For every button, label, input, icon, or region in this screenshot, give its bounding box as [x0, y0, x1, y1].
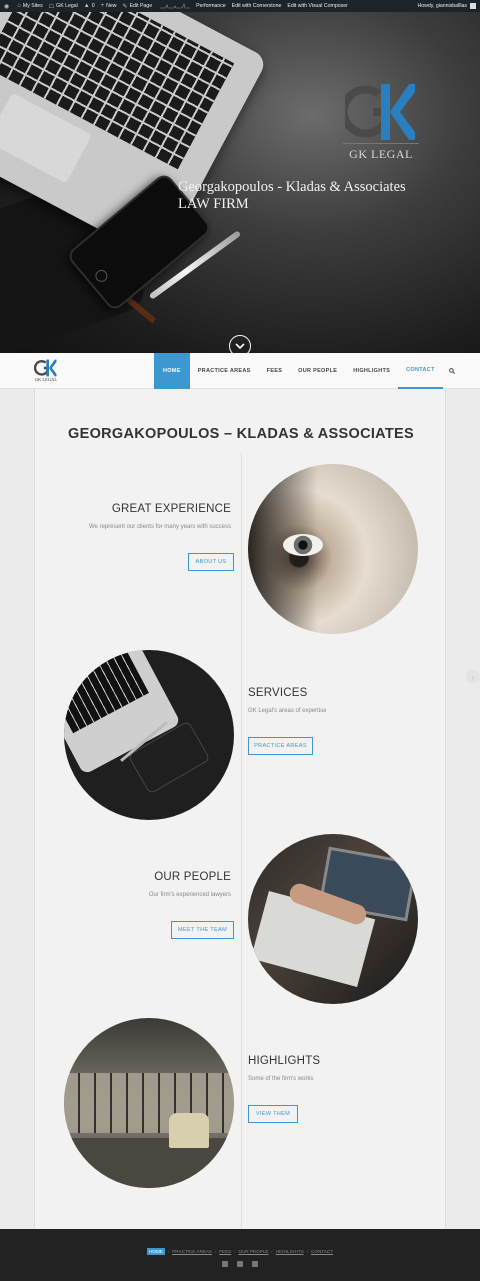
- meet-the-team-button[interactable]: MEET THE TEAM: [171, 921, 234, 939]
- edit-page-link[interactable]: ✎ Edit Page: [123, 3, 153, 10]
- section-desc-our-people: Our firm's experienced lawyers: [148, 892, 231, 898]
- main-menu: HOME PRACTICE AREAS FEES OUR PEOPLE HIGH…: [154, 353, 461, 389]
- footer-sep: /: [234, 1249, 236, 1254]
- hero-title-line2: LAW FIRM: [178, 196, 249, 212]
- desk-work-image: [248, 834, 418, 1004]
- main-content: GEORGAKOPOULOS – KLADAS & ASSOCIATES GRE…: [34, 389, 446, 1243]
- eye-image-iris: [283, 534, 323, 556]
- view-them-button[interactable]: VIEW THEM: [248, 1105, 298, 1123]
- stats-sparkline[interactable]: [160, 3, 191, 9]
- hero-logo-text: GK LEGAL: [343, 143, 419, 162]
- section-desc-highlights: Some of the firm's works: [248, 1076, 314, 1082]
- search-icon: [448, 368, 455, 374]
- user-greeting[interactable]: Howdy, giannisballlas: [418, 3, 468, 9]
- hero-title: Georgakopoulos - Kladas & Associates LAW…: [178, 179, 406, 213]
- menu-item-contact[interactable]: CONTACT: [398, 353, 443, 389]
- avatar[interactable]: [470, 3, 476, 9]
- footer-sep: /: [167, 1249, 170, 1254]
- page-title: GEORGAKOPOULOS – KLADAS & ASSOCIATES: [68, 426, 414, 442]
- hero-title-line1: Georgakopoulos - Kladas & Associates: [178, 179, 406, 195]
- section-title-our-people: OUR PEOPLE: [154, 871, 231, 883]
- footer-menu: HOME / PRACTICE AREAS / FEES / OUR PEOPL…: [0, 1248, 480, 1255]
- facebook-icon[interactable]: [222, 1261, 228, 1267]
- footer-item-fees[interactable]: FEES: [219, 1249, 231, 1254]
- about-us-button[interactable]: ABOUT US: [188, 553, 234, 571]
- linkedin-icon[interactable]: [237, 1261, 243, 1267]
- site-footer: HOME / PRACTICE AREAS / FEES / OUR PEOPL…: [0, 1229, 480, 1281]
- email-icon[interactable]: [252, 1261, 258, 1267]
- home-icon: ☖: [48, 3, 55, 10]
- plus-icon: +: [100, 3, 105, 9]
- menu-item-practice-areas[interactable]: PRACTICE AREAS: [190, 353, 259, 389]
- new-content-link[interactable]: + New: [101, 3, 117, 9]
- footer-sep: /: [306, 1249, 309, 1254]
- timeline-divider: [241, 453, 242, 1243]
- practice-areas-button[interactable]: PRACTICE AREAS: [248, 737, 313, 755]
- footer-item-our-people[interactable]: OUR PEOPLE: [239, 1249, 269, 1254]
- section-title-services: SERVICES: [248, 687, 308, 699]
- section-title-highlights: HIGHLIGHTS: [248, 1055, 321, 1067]
- section-title-experience: GREAT EXPERIENCE: [111, 503, 231, 515]
- wp-logo-icon[interactable]: ◉: [4, 3, 11, 10]
- pencil-icon: ✎: [122, 3, 128, 10]
- edit-cornerstone-link[interactable]: Edit with Cornerstone: [232, 3, 282, 9]
- wp-admin-bar: ◉ ⌂ My Sites ☖ GK Legal ▲ 0 + New ✎ Edit Page…: [0, 0, 480, 12]
- museum-image: [64, 1018, 234, 1188]
- footer-item-practice-areas[interactable]: PRACTICE AREAS: [172, 1249, 212, 1254]
- performance-link[interactable]: Performance: [196, 3, 226, 9]
- site-name-link[interactable]: ☖ GK Legal: [49, 3, 78, 10]
- gk-logo-icon[interactable]: [34, 359, 58, 377]
- eye-image: [248, 464, 418, 634]
- footer-item-highlights[interactable]: HIGHLIGHTS: [276, 1249, 304, 1254]
- hero-banner: GK LEGAL Georgakopoulos - Kladas & Assoc…: [0, 12, 480, 353]
- footer-sep: /: [214, 1249, 217, 1254]
- footer-sep: /: [271, 1249, 273, 1254]
- c2-keys: [64, 650, 149, 734]
- gk-logo-icon: [345, 84, 415, 140]
- scroll-down-button[interactable]: [229, 335, 251, 353]
- section-desc-services: GK Legal's areas of expertise: [248, 708, 327, 714]
- nav-logo-text[interactable]: GK LEGAL: [32, 377, 60, 382]
- menu-item-home[interactable]: HOME: [154, 353, 190, 389]
- search-button[interactable]: [443, 353, 461, 389]
- laptop-phone-image: [64, 650, 234, 820]
- chevron-down-icon: [235, 343, 245, 350]
- footer-item-contact[interactable]: CONTACT: [311, 1249, 333, 1254]
- comment-icon: ▲: [83, 3, 90, 9]
- social-links: [0, 1261, 480, 1267]
- menu-item-our-people[interactable]: OUR PEOPLE: [290, 353, 345, 389]
- scroll-next-arrow-icon[interactable]: ›: [466, 670, 480, 684]
- house-icon: ⌂: [17, 3, 21, 9]
- menu-item-highlights[interactable]: HIGHLIGHTS: [345, 353, 398, 389]
- menu-item-fees[interactable]: FEES: [259, 353, 291, 389]
- section-desc-experience: We represent our clients for many years …: [89, 524, 231, 530]
- footer-item-home[interactable]: HOME: [147, 1248, 165, 1255]
- my-sites-link[interactable]: ⌂ My Sites: [17, 3, 43, 9]
- c4-statue: [169, 1113, 209, 1148]
- edit-visual-composer-link[interactable]: Edit with Visual Composer: [287, 3, 347, 9]
- main-header: GK LEGAL HOME PRACTICE AREAS FEES OUR PE…: [0, 353, 480, 389]
- comments-link[interactable]: ▲ 0: [84, 3, 95, 9]
